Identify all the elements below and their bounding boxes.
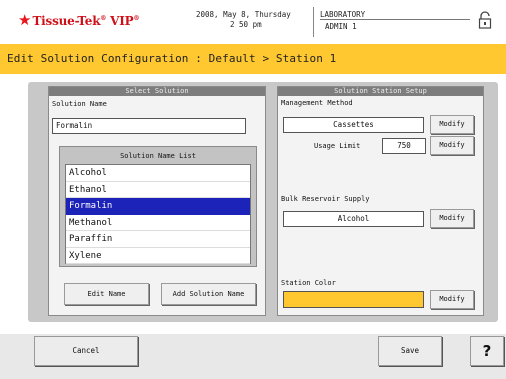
- cancel-button[interactable]: Cancel: [34, 336, 138, 366]
- bulk-reservoir-label: Bulk Reservoir Supply: [281, 195, 370, 203]
- modify-station-color-button[interactable]: Modify: [430, 290, 474, 309]
- top-bar: ★ Tissue-Tek® VIP® 2008, May 8, Thursday…: [0, 0, 506, 44]
- help-button[interactable]: ?: [470, 336, 504, 366]
- add-solution-name-button[interactable]: Add Solution Name: [161, 283, 256, 305]
- edit-name-button[interactable]: Edit Name: [64, 283, 149, 305]
- header-divider: [313, 7, 314, 37]
- solution-list[interactable]: Alcohol Ethanol Formalin Methanol Paraffin Xy…: [65, 164, 251, 264]
- location-text: LABORATORY: [320, 10, 366, 19]
- solution-list-title: Solution Name List: [120, 152, 196, 160]
- brand-mark: ®: [100, 14, 107, 22]
- user-text: ADMIN 1: [325, 22, 357, 31]
- management-method-label: Management Method: [281, 99, 353, 107]
- solution-name-list-box: Solution Name List Alcohol Ethanol Formali…: [59, 146, 257, 267]
- date-time: 2008, May 8, Thursday 2 50 pm: [196, 10, 316, 30]
- solution-name-label: Solution Name: [52, 100, 107, 108]
- title-bar: Edit Solution Configuration : Default > …: [0, 44, 506, 74]
- list-item[interactable]: Formalin: [66, 198, 250, 215]
- brand-mark: ®: [133, 14, 140, 22]
- page-title: Edit Solution Configuration : Default > …: [7, 52, 337, 65]
- brand-name: Tissue-Tek: [32, 13, 101, 28]
- list-item[interactable]: Methanol: [66, 215, 250, 231]
- list-item[interactable]: Paraffin: [66, 231, 250, 248]
- usage-limit-field[interactable]: 750: [382, 138, 426, 154]
- station-setup-panel: Solution Station Setup Management Method…: [277, 86, 484, 316]
- usage-limit-label: Usage Limit: [314, 142, 361, 150]
- modify-management-button[interactable]: Modify: [430, 115, 474, 134]
- station-setup-header: Solution Station Setup: [278, 87, 483, 96]
- modify-usage-limit-button[interactable]: Modify: [430, 136, 474, 155]
- station-color-swatch: [283, 291, 424, 308]
- save-button[interactable]: Save: [378, 336, 442, 366]
- management-method-field: Cassettes: [283, 117, 424, 133]
- list-item[interactable]: Xylene: [66, 248, 250, 264]
- station-color-label: Station Color: [281, 279, 336, 287]
- date-text: 2008, May 8, Thursday: [196, 10, 291, 19]
- list-item[interactable]: Ethanol: [66, 182, 250, 198]
- star-icon: ★: [18, 11, 32, 29]
- brand-product: VIP: [110, 13, 134, 28]
- select-solution-header: Select Solution: [49, 87, 265, 96]
- header-rule: [320, 19, 470, 20]
- brand-logo: ★ Tissue-Tek® VIP®: [18, 13, 139, 28]
- list-item[interactable]: Alcohol: [66, 165, 250, 182]
- modify-bulk-reservoir-button[interactable]: Modify: [430, 209, 474, 228]
- solution-name-field[interactable]: Formalin: [52, 118, 246, 134]
- time-text: 2 50 pm: [230, 20, 262, 29]
- bulk-reservoir-field: Alcohol: [283, 211, 424, 227]
- lock-icon[interactable]: [478, 11, 492, 29]
- select-solution-panel: Select Solution Solution Name Formalin S…: [48, 86, 266, 316]
